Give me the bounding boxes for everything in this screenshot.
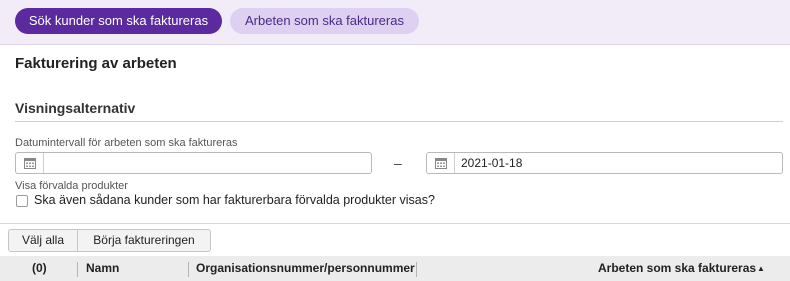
column-separator[interactable] xyxy=(416,262,417,277)
section-divider xyxy=(15,121,783,122)
sort-ascending-icon[interactable]: ▲ xyxy=(757,256,765,281)
column-header-org-number[interactable]: Organisationsnummer/personnummer xyxy=(196,256,415,281)
date-range-separator: – xyxy=(394,155,402,171)
column-separator[interactable] xyxy=(188,262,189,277)
date-from-field[interactable] xyxy=(15,152,372,174)
date-to-field[interactable]: 2021-01-18 xyxy=(426,152,783,174)
default-products-checkbox-label[interactable]: Ska även sådana kunder som har fakturerb… xyxy=(34,193,435,207)
page-title: Fakturering av arbeten xyxy=(15,55,177,72)
date-to-value: 2021-01-18 xyxy=(461,156,523,170)
column-header-jobs[interactable]: Arbeten som ska faktureras xyxy=(598,256,756,281)
tab-jobs-to-invoice[interactable]: Arbeten som ska faktureras xyxy=(230,8,419,34)
date-range-label: Datumintervall för arbeten som ska faktu… xyxy=(15,137,238,149)
tab-search-customers[interactable]: Sök kunder som ska faktureras xyxy=(15,8,222,34)
calendar-icon[interactable] xyxy=(16,153,44,173)
select-all-button[interactable]: Välj alla xyxy=(8,229,78,252)
table-header: (0) Namn Organisationsnummer/personnumme… xyxy=(0,256,790,281)
column-separator[interactable] xyxy=(77,262,78,277)
section-title: Visningsalternativ xyxy=(15,100,136,116)
toolbar-divider xyxy=(0,223,790,224)
default-products-checkbox[interactable] xyxy=(16,195,28,207)
start-invoicing-button[interactable]: Börja faktureringen xyxy=(77,229,211,252)
top-tab-bar: Sök kunder som ska faktureras Arbeten so… xyxy=(0,0,790,45)
column-header-name[interactable]: Namn xyxy=(86,256,119,281)
calendar-icon[interactable] xyxy=(427,153,455,173)
default-products-label: Visa förvalda produkter xyxy=(15,180,128,192)
column-header-count[interactable]: (0) xyxy=(32,256,47,281)
